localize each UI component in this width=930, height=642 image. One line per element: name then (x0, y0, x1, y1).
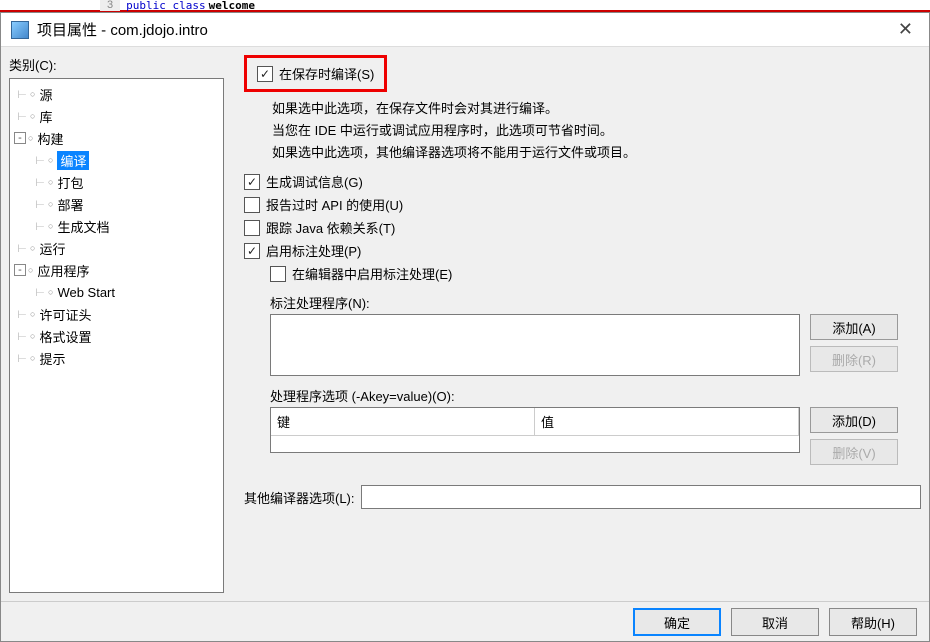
tree-item-deploy[interactable]: ⊢○部署 (30, 193, 221, 215)
add-processor-button[interactable]: 添加(A) (810, 314, 898, 340)
anno-processors-label: 标注处理程序(N): (270, 293, 921, 312)
tree-item-app[interactable]: -○应用程序 (12, 259, 221, 281)
track-deps-label: 跟踪 Java 依赖关系(T) (266, 218, 395, 237)
cancel-button[interactable]: 取消 (731, 608, 819, 636)
track-deps-checkbox[interactable] (244, 220, 260, 236)
enable-anno-checkbox[interactable]: ✓ (244, 243, 260, 259)
collapse-icon[interactable]: - (14, 132, 26, 144)
processor-options-label: 处理程序选项 (-Akey=value)(O): (270, 386, 921, 405)
compile-on-save-checkbox[interactable]: ✓ (257, 66, 273, 82)
tree-item-package[interactable]: ⊢○打包 (30, 171, 221, 193)
report-deprecated-label: 报告过时 API 的使用(U) (266, 195, 403, 214)
category-tree[interactable]: ⊢○源 ⊢○库 -○构建 ⊢○编译 ⊢○打包 ⊢○部署 ⊢○生成文档 ⊢○运行 … (9, 78, 224, 593)
table-header-key: 键 (271, 408, 535, 436)
code-keyword: public class (126, 0, 205, 12)
tree-item-webstart[interactable]: ⊢○Web Start (30, 281, 221, 303)
tree-item-docs[interactable]: ⊢○生成文档 (30, 215, 221, 237)
table-header-value: 值 (535, 408, 799, 436)
collapse-icon[interactable]: - (14, 264, 26, 276)
help-button[interactable]: 帮助(H) (829, 608, 917, 636)
line-number: 3 (100, 0, 120, 11)
tree-item-license[interactable]: ⊢○许可证头 (12, 303, 221, 325)
tree-item-compile[interactable]: ⊢○编译 (30, 149, 221, 171)
tree-item-library[interactable]: ⊢○库 (12, 105, 221, 127)
app-icon (11, 21, 29, 39)
add-option-button[interactable]: 添加(D) (810, 407, 898, 433)
tree-item-build[interactable]: -○构建 (12, 127, 221, 149)
enable-anno-editor-checkbox[interactable] (270, 266, 286, 282)
close-icon[interactable]: ✕ (892, 19, 919, 40)
tree-item-run[interactable]: ⊢○运行 (12, 237, 221, 259)
dialog-footer: 确定 取消 帮助(H) (1, 601, 929, 642)
description-text: 如果选中此选项，在保存文件时会对其进行编译。 当您在 IDE 中运行或调试应用程… (272, 98, 921, 164)
report-deprecated-checkbox[interactable] (244, 197, 260, 213)
dialog-title: 项目属性 - com.jdojo.intro (37, 19, 892, 40)
code-classname: welcome (209, 0, 255, 12)
titlebar: 项目属性 - com.jdojo.intro ✕ (1, 13, 929, 47)
gen-debug-label: 生成调试信息(G) (266, 172, 363, 191)
tree-item-format[interactable]: ⊢○格式设置 (12, 325, 221, 347)
tree-item-source[interactable]: ⊢○源 (12, 83, 221, 105)
enable-anno-label: 启用标注处理(P) (266, 241, 361, 260)
ok-button[interactable]: 确定 (633, 608, 721, 636)
enable-anno-editor-label: 在编辑器中启用标注处理(E) (292, 264, 452, 283)
anno-processors-list[interactable] (270, 314, 800, 376)
delete-option-button[interactable]: 删除(V) (810, 439, 898, 465)
highlighted-option: ✓ 在保存时编译(S) (244, 55, 387, 92)
delete-processor-button[interactable]: 删除(R) (810, 346, 898, 372)
compile-settings-panel: ✓ 在保存时编译(S) 如果选中此选项，在保存文件时会对其进行编译。 当您在 I… (224, 55, 921, 593)
processor-options-table[interactable]: 键 值 (270, 407, 800, 453)
compile-on-save-label: 在保存时编译(S) (279, 64, 374, 83)
editor-background: 3 public class welcome (0, 0, 930, 12)
project-properties-dialog: 项目属性 - com.jdojo.intro ✕ 类别(C): ⊢○源 ⊢○库 … (0, 12, 930, 642)
category-label: 类别(C): (9, 55, 224, 74)
other-options-label: 其他编译器选项(L): (244, 488, 355, 507)
gen-debug-checkbox[interactable]: ✓ (244, 174, 260, 190)
tree-item-hints[interactable]: ⊢○提示 (12, 347, 221, 369)
other-options-input[interactable] (361, 485, 921, 509)
